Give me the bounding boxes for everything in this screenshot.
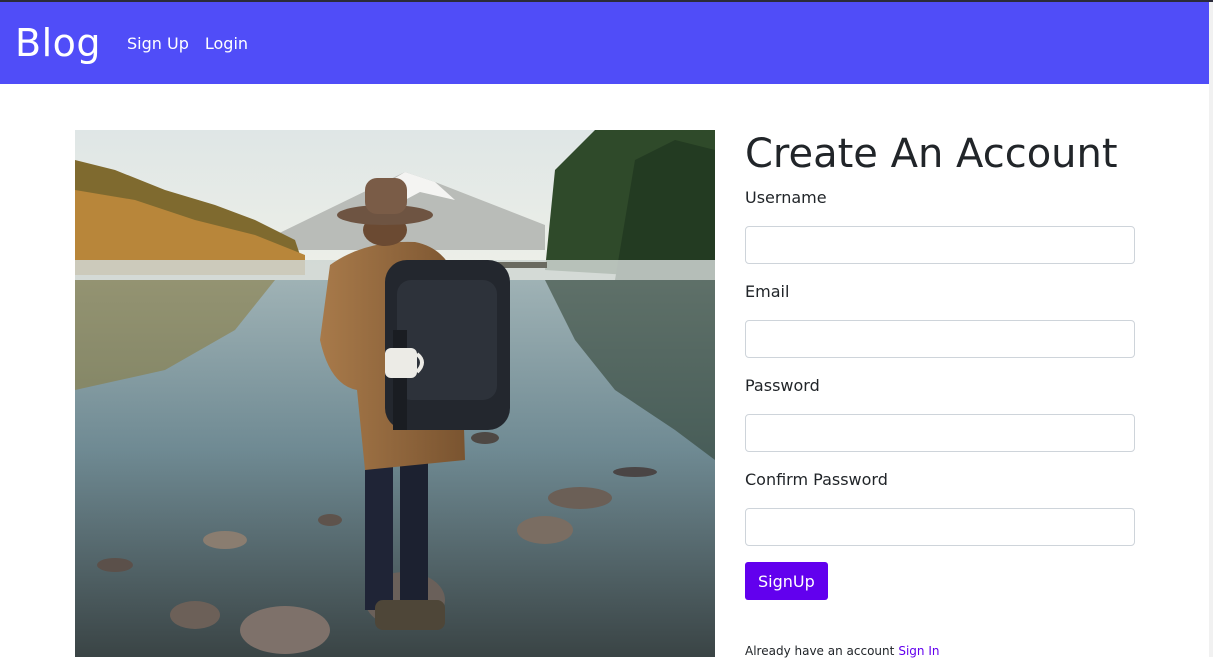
confirm-password-input[interactable] — [745, 508, 1135, 546]
signin-prompt: Already have an account Sign In — [745, 644, 939, 658]
nav-signup-link[interactable]: Sign Up — [127, 34, 189, 53]
nav-login-link[interactable]: Login — [205, 34, 248, 53]
navbar: Blog Sign Up Login — [0, 2, 1209, 84]
page-scrollbar[interactable] — [1209, 2, 1213, 657]
username-input[interactable] — [745, 226, 1135, 264]
brand-link[interactable]: Blog — [15, 24, 101, 62]
email-input[interactable] — [745, 320, 1135, 358]
signin-prompt-text: Already have an account — [745, 644, 895, 658]
username-label: Username — [745, 188, 827, 207]
signup-form: Create An Account Username Email Passwor… — [745, 130, 1135, 658]
password-label: Password — [745, 376, 820, 395]
email-label: Email — [745, 282, 790, 301]
hero-photo — [75, 130, 715, 657]
confirm-password-label: Confirm Password — [745, 470, 888, 489]
signin-link[interactable]: Sign In — [898, 644, 939, 658]
password-input[interactable] — [745, 414, 1135, 452]
signup-button[interactable]: SignUp — [745, 562, 828, 600]
form-title: Create An Account — [745, 131, 1118, 177]
